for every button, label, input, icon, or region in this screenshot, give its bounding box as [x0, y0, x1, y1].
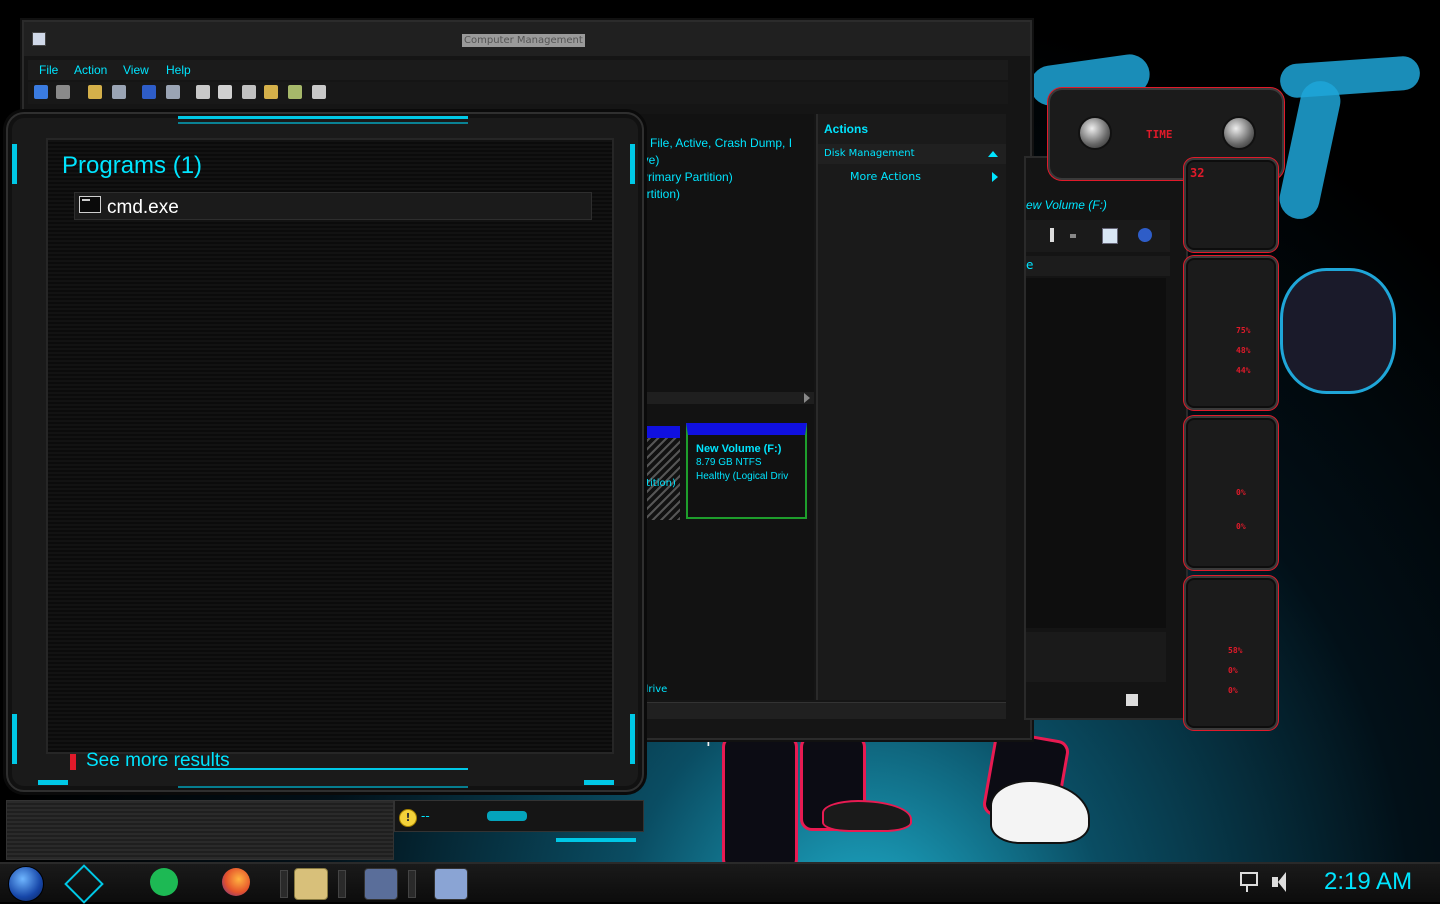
taskbar-separator	[408, 870, 416, 898]
settings-icon[interactable]	[312, 85, 326, 99]
gadget-cpu-3: 44%	[1236, 366, 1251, 375]
gadget-panel-date: 32	[1184, 158, 1278, 252]
search-results-panel: Programs (1) cmd.exe	[46, 138, 614, 754]
properties-icon[interactable]	[196, 85, 210, 99]
computer-management-taskbar-icon[interactable]	[364, 868, 398, 900]
delete-icon[interactable]	[218, 85, 232, 99]
frame-accent	[556, 838, 636, 842]
volume-line[interactable]: e File, Active, Crash Dump, I	[640, 136, 792, 150]
alien-head-icon	[1222, 116, 1256, 150]
show-hide-icon[interactable]	[166, 85, 180, 99]
frame-accent	[12, 144, 17, 184]
taskbar-separator	[280, 870, 288, 898]
frame-accent	[178, 116, 468, 119]
gadget-disk-1: 0%	[1236, 488, 1246, 497]
network-icon[interactable]	[1236, 872, 1258, 892]
pointer-icon[interactable]	[64, 864, 104, 904]
volume-icon[interactable]	[1272, 872, 1294, 892]
volume-line[interactable]: Primary Partition)	[640, 170, 733, 184]
help-icon[interactable]	[142, 85, 156, 99]
partition-label: rtition)	[642, 478, 676, 489]
horizontal-scrollbar[interactable]	[636, 392, 814, 404]
search-results-icon	[70, 754, 76, 770]
gadget-panel-network: 58% 0% 0%	[1184, 576, 1278, 730]
frame-accent	[584, 780, 614, 785]
wallpaper-figure-head	[1280, 268, 1396, 394]
search-status-text: --	[421, 809, 430, 823]
search-icon[interactable]	[288, 85, 302, 99]
command-prompt-icon	[79, 196, 101, 213]
taskbar-separator	[338, 870, 346, 898]
programs-heading[interactable]: Programs (1)	[62, 152, 202, 180]
arrows-icon[interactable]	[487, 811, 527, 821]
gadget-net-2: 0%	[1228, 666, 1238, 675]
volume-size: 8.79 GB NTFS	[696, 457, 762, 468]
status-bar	[636, 702, 1006, 719]
start-search-area: ! --	[6, 798, 646, 860]
file-explorer-icon[interactable]	[294, 868, 328, 900]
menu-file[interactable]: File	[39, 63, 58, 77]
frame-accent	[38, 780, 68, 785]
taskbar-clock[interactable]: 2:19 AM	[1324, 868, 1412, 896]
actions-pane: Actions Disk Management More Actions	[816, 114, 1006, 700]
alien-head-icon	[1078, 116, 1112, 150]
frame-accent	[630, 714, 635, 764]
console-tree-icon[interactable]	[112, 85, 126, 99]
disk-volume-f[interactable]: New Volume (F:) 8.79 GB NTFS Healthy (Lo…	[686, 423, 807, 519]
menu-action[interactable]: Action	[74, 63, 107, 77]
back-arrow-icon[interactable]	[34, 85, 48, 99]
start-menu: Programs (1) cmd.exe See more results	[6, 98, 644, 792]
gadget-disk-2: 0%	[1236, 522, 1246, 531]
frame-accent	[630, 144, 635, 184]
forward-arrow-icon[interactable]	[56, 85, 70, 99]
gadget-date-value: 32	[1190, 166, 1205, 180]
volume-list-pane: e File, Active, Crash Dump, I ive) Prima…	[636, 114, 814, 700]
spotify-icon[interactable]	[150, 868, 178, 896]
up-folder-icon[interactable]	[88, 85, 102, 99]
actions-title: Actions	[824, 122, 869, 136]
gadget-net-3: 0%	[1228, 686, 1238, 695]
frame-accent	[12, 714, 17, 764]
warning-icon[interactable]: !	[399, 809, 417, 827]
start-button[interactable]	[8, 866, 44, 902]
gadget-panel-disk: 0% 0%	[1184, 416, 1278, 570]
gadget-net-1: 58%	[1228, 646, 1243, 655]
computer-management-icon[interactable]	[32, 32, 46, 46]
volume-status: Healthy (Logical Driv	[696, 471, 789, 482]
frame-accent	[178, 122, 468, 124]
disk-partition-strip[interactable]	[640, 426, 680, 520]
network-app-icon[interactable]	[434, 868, 468, 900]
gadget-time-label: TIME	[1146, 128, 1173, 141]
menu-bar: File Action View Help	[28, 60, 1008, 80]
menu-help[interactable]: Help	[166, 63, 191, 77]
program-label: cmd.exe	[107, 197, 179, 218]
column-header-label: e	[1026, 258, 1034, 272]
see-more-results-link[interactable]: See more results	[86, 750, 230, 772]
gadget-panel-cpu: 75% 48% 44%	[1184, 256, 1278, 410]
drive-label: drive	[642, 684, 668, 695]
more-actions-item[interactable]: More Actions	[850, 170, 921, 183]
title-bar[interactable]: Computer Management	[24, 22, 1030, 56]
gadget-cpu-2: 48%	[1236, 346, 1251, 355]
connect-icon[interactable]	[242, 85, 256, 99]
firefox-icon[interactable]	[222, 868, 250, 896]
submenu-arrow-icon	[992, 172, 998, 182]
gadget-cpu-1: 75%	[1236, 326, 1251, 335]
frame-accent	[178, 786, 468, 788]
window-title: Computer Management	[462, 34, 585, 47]
open-folder-icon[interactable]	[264, 85, 278, 99]
scroll-right-icon[interactable]	[804, 393, 810, 403]
volume-name: New Volume (F:)	[696, 443, 782, 455]
collapse-icon[interactable]	[988, 151, 998, 157]
search-status-bar: ! --	[394, 800, 644, 832]
search-input[interactable]	[6, 800, 394, 860]
actions-group-disk-management[interactable]: Disk Management	[818, 144, 1006, 164]
taskbar: 2:19 AM	[0, 862, 1440, 904]
actions-group-label: Disk Management	[824, 148, 915, 159]
volume-line[interactable]: artition)	[640, 187, 680, 201]
system-monitor-gadget: TIME 32 75% 48% 44% 0% 0% 58% 0% 0%	[1048, 88, 1284, 730]
program-result-cmd[interactable]: cmd.exe	[74, 192, 592, 220]
menu-view[interactable]: View	[123, 63, 149, 77]
